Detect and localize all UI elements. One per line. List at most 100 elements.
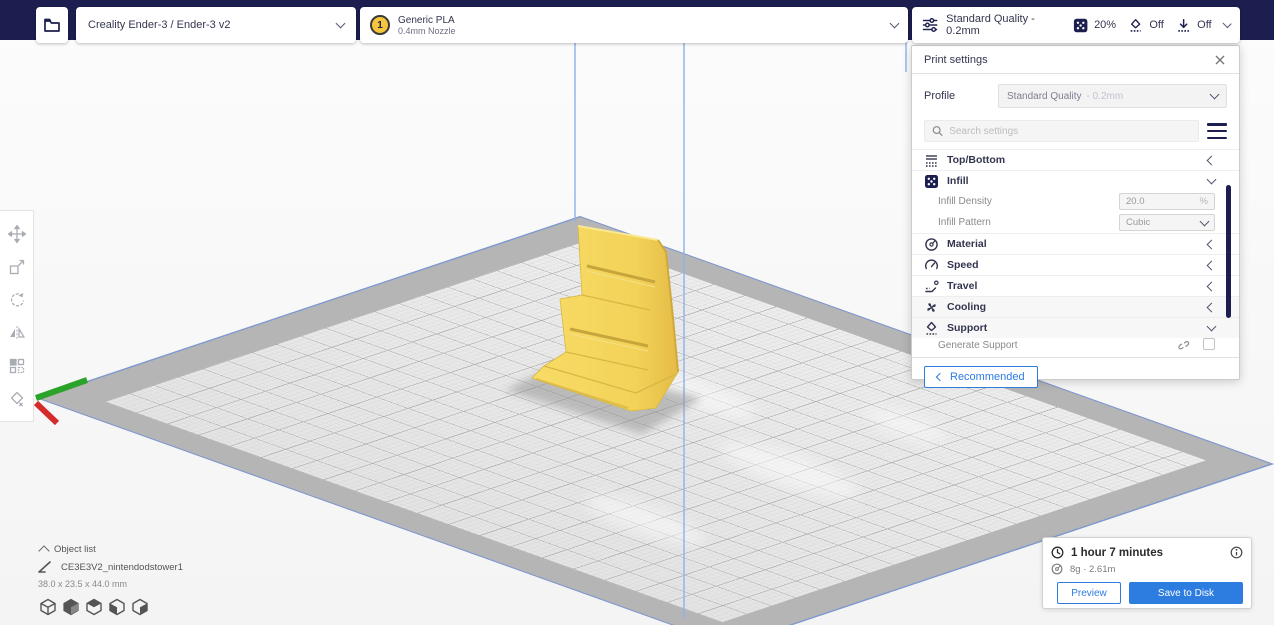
recommended-mode-button[interactable]: Recommended	[924, 365, 1038, 388]
support-blocker-button[interactable]	[0, 382, 34, 415]
chevron-down-icon	[1222, 18, 1232, 29]
printable-object-icon	[38, 561, 51, 573]
axis-y-green	[35, 377, 88, 401]
profile-value: Standard Quality	[1007, 90, 1082, 102]
object-list-panel: Object list CE3E3V2_nintendodstower1 38.…	[38, 544, 183, 616]
clock-icon	[1051, 546, 1064, 559]
generate-support-checkbox[interactable]	[1203, 338, 1215, 350]
support-state: Off	[1149, 19, 1164, 31]
speed-icon	[925, 258, 938, 269]
chevron-left-icon	[1206, 155, 1217, 165]
material-usage: 8g · 2.61m	[1070, 563, 1116, 575]
category-support[interactable]: Support	[912, 317, 1239, 338]
cube-left-icon	[108, 598, 125, 615]
close-icon[interactable]	[1213, 53, 1227, 67]
adhesion-icon	[1178, 18, 1189, 32]
panel-title: Print settings	[924, 53, 988, 66]
support-blocker-icon	[10, 391, 24, 406]
view-left-button[interactable]	[107, 597, 126, 616]
settings-search[interactable]	[924, 120, 1199, 142]
infill-icon	[1073, 18, 1088, 32]
mirror-tool-button[interactable]	[0, 316, 34, 349]
category-cooling[interactable]: Cooling	[912, 296, 1239, 317]
infill-density-input[interactable]: 20.0 %	[1119, 193, 1215, 210]
object-file-name: CE3E3V2_nintendodstower1	[61, 561, 184, 573]
mirror-icon	[10, 325, 26, 340]
object-dimensions: 38.0 x 23.5 x 44.0 mm	[38, 579, 128, 589]
material-selector[interactable]: 1 Generic PLA 0.4mm Nozzle	[360, 7, 908, 43]
scale-tool-button[interactable]	[0, 250, 34, 283]
rotate-icon	[10, 292, 25, 306]
search-input[interactable]	[949, 125, 1191, 137]
scale-icon	[9, 259, 25, 274]
info-icon[interactable]	[1230, 546, 1243, 559]
category-top-bottom[interactable]: Top/Bottom	[912, 149, 1239, 170]
chevron-down-icon	[1206, 174, 1217, 185]
chevron-down-icon	[1206, 321, 1217, 332]
axis-x-red	[33, 400, 60, 426]
profile-label: Profile	[924, 90, 956, 102]
top-bottom-icon	[926, 154, 937, 167]
setting-infill-pattern: Infill Pattern Cubic	[912, 212, 1239, 233]
chevron-left-icon	[1206, 302, 1217, 312]
model-nintendo-ds-tower[interactable]	[531, 225, 679, 412]
per-model-settings-icon	[9, 358, 25, 373]
category-speed[interactable]: Speed	[912, 254, 1239, 275]
profile-dropdown[interactable]: Standard Quality - 0.2mm	[998, 84, 1227, 108]
per-model-settings-button[interactable]	[0, 349, 34, 382]
category-material[interactable]: Material	[912, 233, 1239, 254]
support-icon	[1130, 18, 1141, 32]
move-icon	[8, 224, 26, 243]
profile-suffix: - 0.2mm	[1086, 90, 1124, 102]
print-job-panel: 1 hour 7 minutes 8g · 2.61m Preview Save…	[1042, 537, 1252, 609]
panel-scrollbar[interactable]	[1226, 185, 1231, 318]
chevron-down-icon	[335, 18, 346, 29]
setting-infill-density: Infill Density 20.0 %	[912, 191, 1239, 212]
cube-top-icon	[85, 598, 102, 615]
chevron-up-icon	[38, 545, 50, 557]
profile-summary: Standard Quality - 0.2mm	[946, 13, 1035, 37]
object-list-item[interactable]: CE3E3V2_nintendodstower1	[38, 561, 183, 573]
category-travel[interactable]: Travel	[912, 275, 1239, 296]
setting-generate-support: Generate Support	[912, 338, 1239, 352]
camera-view-presets	[38, 597, 183, 616]
infill-icon	[925, 174, 938, 188]
save-to-disk-button[interactable]: Save to Disk	[1129, 582, 1243, 604]
material-spool-icon	[1051, 563, 1063, 575]
printer-name: Creality Ender-3 / Ender-3 v2	[88, 19, 231, 31]
adhesion-state: Off	[1197, 19, 1212, 31]
support-icon	[926, 321, 937, 335]
preview-button[interactable]: Preview	[1057, 582, 1121, 604]
chevron-down-icon	[1209, 89, 1220, 100]
link-icon	[1178, 341, 1190, 350]
view-front-button[interactable]	[61, 597, 80, 616]
print-settings-summary[interactable]: Standard Quality - 0.2mm 20% Off Off	[912, 7, 1240, 43]
nozzle-size: 0.4mm Nozzle	[398, 25, 456, 36]
material-name: Generic PLA	[398, 14, 455, 26]
category-infill[interactable]: Infill	[912, 170, 1239, 191]
object-list-toggle[interactable]: Object list	[38, 544, 183, 557]
infill-pattern-dropdown[interactable]: Cubic	[1119, 214, 1215, 231]
material-icon	[925, 237, 938, 251]
print-duration: 1 hour 7 minutes	[1071, 546, 1164, 559]
open-file-button[interactable]	[36, 7, 68, 43]
view-top-button[interactable]	[84, 597, 103, 616]
chevron-left-icon	[1206, 260, 1217, 270]
view-right-button[interactable]	[130, 597, 149, 616]
view-3d-button[interactable]	[38, 597, 57, 616]
chevron-down-icon	[889, 18, 900, 29]
infill-percentage: 20%	[1094, 19, 1117, 31]
chevron-left-icon	[1206, 239, 1217, 249]
printer-selector[interactable]: Creality Ender-3 / Ender-3 v2	[76, 7, 356, 43]
cube-3d-icon	[39, 598, 56, 615]
rotate-tool-button[interactable]	[0, 283, 34, 316]
search-icon	[932, 126, 943, 137]
chevron-left-icon	[1206, 281, 1217, 291]
left-toolbar	[0, 210, 34, 422]
move-tool-button[interactable]	[0, 217, 34, 250]
cooling-icon	[927, 302, 936, 312]
settings-menu-icon[interactable]	[1207, 123, 1227, 139]
folder-icon	[44, 18, 60, 32]
extruder-badge: 1	[370, 15, 390, 35]
chevron-down-icon	[1199, 216, 1210, 226]
